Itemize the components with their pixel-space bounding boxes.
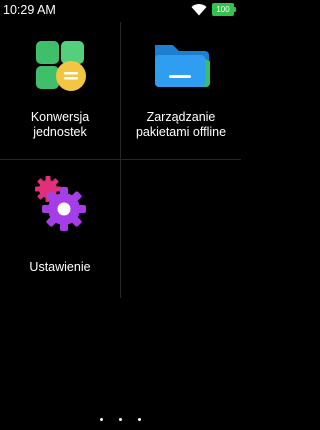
tile-label: Konwersja jednostek bbox=[0, 110, 120, 140]
tile-label: Zarządzanie pakietami offline bbox=[121, 110, 241, 140]
nav-recents-dot[interactable] bbox=[138, 418, 141, 421]
tile-empty bbox=[121, 160, 241, 297]
status-bar: 10:29 AM 100 bbox=[0, 0, 241, 22]
tile-label-line1: Zarządzanie bbox=[146, 110, 216, 124]
battery-level: 100 bbox=[216, 5, 230, 14]
grid-divider-vertical bbox=[120, 22, 121, 298]
tile-label-line2: pakietami offline bbox=[135, 125, 227, 139]
tile-label-line1: Konwersja bbox=[30, 110, 90, 124]
settings-gear-icon bbox=[35, 176, 86, 231]
folder-icon bbox=[155, 45, 210, 87]
battery-indicator: 100 bbox=[212, 3, 234, 16]
tile-settings[interactable]: Ustawienie bbox=[0, 160, 120, 297]
tile-offline-packages[interactable]: Zarządzanie pakietami offline bbox=[121, 22, 241, 159]
unit-conversion-icon bbox=[36, 41, 86, 91]
nav-back-dot[interactable] bbox=[100, 418, 103, 421]
clock: 10:29 AM bbox=[3, 3, 56, 17]
grid-divider-horizontal bbox=[0, 159, 241, 160]
wifi-icon bbox=[191, 4, 207, 16]
navigation-bar bbox=[0, 410, 241, 430]
nav-home-dot[interactable] bbox=[119, 418, 122, 421]
tile-label: Ustawienie bbox=[29, 260, 91, 274]
battery-tip bbox=[234, 7, 236, 12]
tile-unit-conversion[interactable]: Konwersja jednostek bbox=[0, 22, 120, 159]
tile-label-line2: jednostek bbox=[33, 125, 87, 139]
